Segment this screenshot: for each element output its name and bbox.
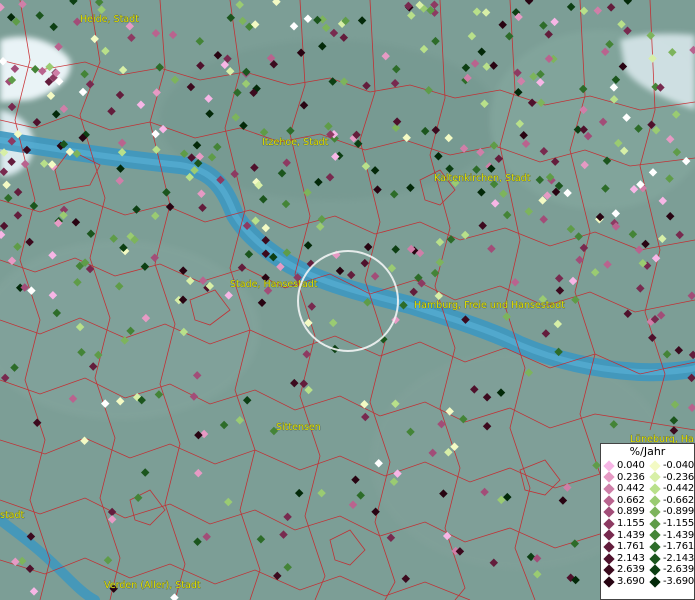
- legend-entry-positive: 0.899: [601, 506, 647, 518]
- legend-swatch: [649, 564, 661, 576]
- legend-entry-positive: 2.143: [601, 553, 647, 565]
- legend-entry-negative: -1.155: [647, 518, 694, 530]
- legend-swatch: [603, 494, 615, 507]
- legend-row: 1.761 -1.761: [601, 541, 694, 553]
- place-label-sittensen: Sittensen: [276, 422, 321, 433]
- legend-row: 3.690 -3.690: [601, 576, 694, 588]
- legend-entry-positive: 1.439: [601, 530, 647, 542]
- legend-entry-negative: -0.236: [647, 472, 694, 484]
- legend-swatch: [603, 541, 615, 553]
- legend-value: 0.040: [617, 460, 645, 471]
- legend-swatch: [603, 506, 615, 518]
- legend-swatch: [603, 529, 615, 542]
- legend-entry-positive: 0.236: [601, 472, 647, 484]
- legend-value: 1.439: [617, 529, 645, 541]
- legend-row: 1.439 -1.439: [601, 530, 694, 542]
- legend-value: 0.442: [617, 483, 645, 495]
- legend-entry-negative: -2.639: [647, 564, 694, 576]
- legend-swatch: [649, 494, 661, 507]
- legend-value: -0.040: [663, 460, 695, 471]
- legend-swatch: [603, 460, 615, 472]
- legend-value: -0.442: [663, 483, 695, 495]
- legend-entry-negative: -0.662: [647, 495, 694, 507]
- legend-entry-negative: -0.040: [647, 460, 694, 472]
- legend-value: -0.236: [663, 471, 695, 483]
- legend-entry-positive: 0.662: [601, 495, 647, 507]
- legend-value: -1.439: [663, 529, 695, 541]
- legend-entry-positive: 0.442: [601, 483, 647, 495]
- place-label-heide: Heide, Stadt: [80, 14, 139, 25]
- legend-swatch: [603, 483, 615, 495]
- legend-swatch: [649, 471, 661, 484]
- legend-swatch: [649, 552, 661, 565]
- legend-value: 0.662: [617, 494, 645, 506]
- legend-entry-negative: -1.761: [647, 541, 694, 553]
- legend-swatch: [603, 564, 615, 576]
- legend-row: 2.639 -2.639: [601, 564, 694, 576]
- legend-row: 0.442 -0.442: [601, 483, 694, 495]
- legend-value: 3.690: [617, 575, 645, 587]
- place-label-stade: Stade, Hansestadt: [230, 279, 318, 290]
- place-label-kaltenkirchen: Kaltenkirchen, Stadt: [434, 173, 531, 184]
- legend-entry-negative: -1.439: [647, 530, 694, 542]
- legend-entry-positive: 0.040: [601, 460, 647, 472]
- legend-rows: 0.040 -0.040 0.236 -0.236 0.442 -0.442 0.662 -0…: [601, 460, 694, 588]
- legend-value: -1.761: [663, 541, 695, 553]
- legend-value: 1.761: [617, 541, 645, 553]
- legend-entry-positive: 1.155: [601, 518, 647, 530]
- legend-value: -0.899: [663, 506, 695, 518]
- legend-value: 2.143: [617, 552, 645, 564]
- legend-value: 0.899: [617, 506, 645, 518]
- legend-swatch: [649, 483, 661, 495]
- legend-swatch: [603, 576, 615, 588]
- legend-swatch: [649, 529, 661, 542]
- place-label-hamburg: Hamburg, Freie und Hansestadt: [414, 300, 565, 311]
- legend-value: -1.155: [663, 517, 695, 529]
- legend-entry-negative: -3.690: [647, 576, 694, 588]
- legend-entry-negative: -2.143: [647, 553, 694, 565]
- legend-value: 2.639: [617, 564, 645, 576]
- legend-title: %/Jahr: [629, 445, 666, 458]
- legend: %/Jahr 0.040 -0.040 0.236 -0.236 0.442 -0.442…: [600, 443, 695, 600]
- legend-row: 0.899 -0.899: [601, 506, 694, 518]
- legend-entry-negative: -0.899: [647, 506, 694, 518]
- legend-swatch: [649, 541, 661, 553]
- legend-value: -2.143: [663, 552, 695, 564]
- legend-entry-positive: 2.639: [601, 564, 647, 576]
- legend-swatch: [649, 518, 661, 530]
- legend-row: 0.236 -0.236: [601, 472, 694, 484]
- legend-value: -2.639: [663, 564, 695, 576]
- legend-value: -3.690: [663, 575, 695, 587]
- legend-row: 1.155 -1.155: [601, 518, 694, 530]
- legend-value: -0.662: [663, 494, 695, 506]
- map-canvas[interactable]: Heide, Stadt Itzehoe, Stadt Kaltenkirche…: [0, 0, 695, 600]
- legend-value: 0.236: [617, 471, 645, 483]
- legend-swatch: [603, 518, 615, 530]
- place-label-left-edge: stadt: [0, 510, 25, 521]
- legend-swatch: [603, 471, 615, 484]
- legend-swatch: [649, 506, 661, 518]
- legend-entry-positive: 1.761: [601, 541, 647, 553]
- place-label-verden: Verden (Aller), Stadt: [104, 580, 201, 591]
- legend-row: 0.662 -0.662: [601, 495, 694, 507]
- place-label-itzehoe: Itzehoe, Stadt: [262, 137, 329, 148]
- legend-swatch: [603, 552, 615, 565]
- legend-swatch: [649, 576, 661, 588]
- legend-entry-positive: 3.690: [601, 576, 647, 588]
- legend-swatch: [649, 460, 661, 472]
- legend-row: 0.040 -0.040: [601, 460, 694, 472]
- legend-entry-negative: -0.442: [647, 483, 694, 495]
- legend-value: 1.155: [617, 517, 645, 529]
- legend-row: 2.143 -2.143: [601, 553, 694, 565]
